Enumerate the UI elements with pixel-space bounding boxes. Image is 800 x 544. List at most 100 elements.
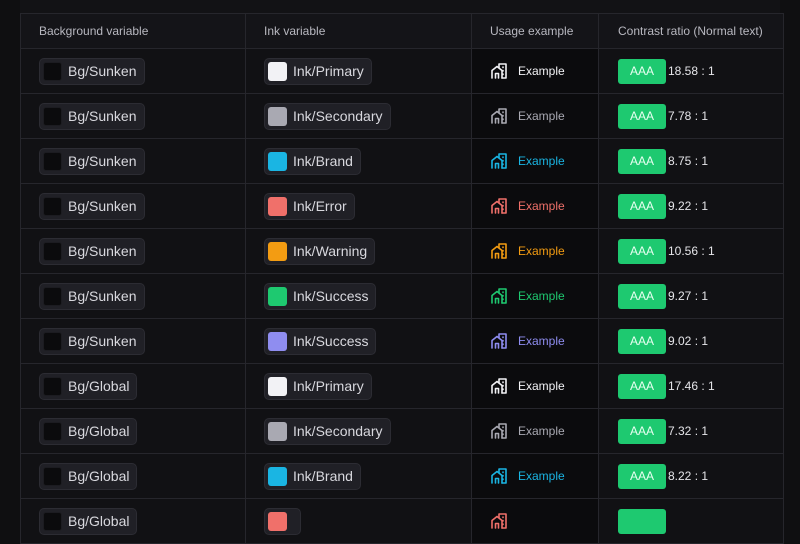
ink-color-swatch xyxy=(268,61,287,81)
usage-example: Example xyxy=(490,422,565,440)
building-icon xyxy=(490,197,508,215)
bg-variable-label: Bg/Global xyxy=(68,513,130,529)
ink-cell: Ink/Secondary xyxy=(246,94,472,138)
building-icon xyxy=(490,152,508,170)
contrast-ratio-value: 8.75 : 1 xyxy=(668,154,709,168)
ink-variable-chip[interactable]: Ink/Secondary xyxy=(264,102,391,130)
usage-cell: Example xyxy=(472,49,599,93)
wcag-level-badge: AAA xyxy=(618,193,666,219)
usage-cell: Example xyxy=(472,319,599,363)
bg-color-swatch xyxy=(43,421,62,441)
bg-cell: Bg/Sunken xyxy=(21,229,246,273)
building-icon xyxy=(490,332,508,350)
bg-color-swatch xyxy=(43,286,62,306)
header-background-variable: Background variable xyxy=(21,14,246,48)
building-icon xyxy=(490,467,508,485)
ink-color-swatch xyxy=(268,151,287,171)
ink-variable-chip[interactable]: Ink/Brand xyxy=(264,462,361,490)
table-row: Bg/Sunken Ink/Primary Example AAA 18.58 : 1 xyxy=(21,49,783,94)
table-row: Bg/Global Ink/Brand Example AAA 8.22 : 1 xyxy=(21,454,783,499)
bg-variable-chip[interactable]: Bg/Global xyxy=(39,417,138,445)
ink-variable-label: Ink/Secondary xyxy=(293,423,383,439)
contrast-table: Background variable Ink variable Usage e… xyxy=(20,13,784,544)
bg-cell: Bg/Global xyxy=(21,454,246,498)
bg-variable-chip[interactable]: Bg/Global xyxy=(39,507,138,535)
ink-variable-label: Ink/Success xyxy=(293,288,369,304)
header-usage-example: Usage example xyxy=(472,14,599,48)
bg-variable-chip[interactable]: Bg/Global xyxy=(39,372,138,400)
bg-cell: Bg/Sunken xyxy=(21,319,246,363)
usage-example: Example xyxy=(490,332,565,350)
table-row: Bg/Sunken Ink/Secondary Example AAA 7.78 : 1 xyxy=(21,94,783,139)
contrast-cell: AAA 9.02 : 1 xyxy=(599,319,783,363)
top-divider xyxy=(20,0,780,14)
bg-variable-chip[interactable]: Bg/Sunken xyxy=(39,327,145,355)
bg-variable-label: Bg/Global xyxy=(68,468,130,484)
contrast-ratio-value: 9.02 : 1 xyxy=(668,334,709,348)
bg-variable-chip[interactable]: Bg/Sunken xyxy=(39,192,145,220)
ink-variable-chip[interactable]: Ink/Error xyxy=(264,192,355,220)
bg-variable-chip[interactable]: Bg/Sunken xyxy=(39,57,145,85)
ink-variable-chip[interactable]: Ink/Secondary xyxy=(264,417,391,445)
usage-example: Example xyxy=(490,152,565,170)
bg-variable-label: Bg/Global xyxy=(68,378,130,394)
contrast-cell: AAA 7.32 : 1 xyxy=(599,409,783,453)
bg-variable-label: Bg/Sunken xyxy=(68,288,137,304)
usage-example-text: Example xyxy=(518,154,565,168)
bg-variable-chip[interactable]: Bg/Global xyxy=(39,462,138,490)
building-icon xyxy=(490,107,508,125)
table-header: Background variable Ink variable Usage e… xyxy=(21,14,783,49)
ink-variable-chip[interactable]: Ink/Success xyxy=(264,327,377,355)
ink-variable-chip[interactable]: Ink/Warning xyxy=(264,237,376,265)
usage-example: Example xyxy=(490,107,565,125)
usage-example: Example xyxy=(490,62,565,80)
ink-variable-chip[interactable]: Ink/Success xyxy=(264,282,377,310)
contrast-cell: AAA 18.58 : 1 xyxy=(599,49,783,93)
usage-example: Example xyxy=(490,467,565,485)
contrast-ratio-value: 9.22 : 1 xyxy=(668,199,709,213)
wcag-level-badge: AAA xyxy=(618,238,666,264)
usage-example-text: Example xyxy=(518,334,565,348)
ink-variable-chip[interactable] xyxy=(264,507,301,535)
contrast-cell: AAA 8.22 : 1 xyxy=(599,454,783,498)
bg-variable-chip[interactable]: Bg/Sunken xyxy=(39,147,145,175)
bg-color-swatch xyxy=(43,511,62,531)
ink-variable-label: Ink/Warning xyxy=(293,243,368,259)
bg-color-swatch xyxy=(43,241,62,261)
ink-variable-chip[interactable]: Ink/Primary xyxy=(264,57,372,85)
usage-example: Example xyxy=(490,242,565,260)
contrast-cell xyxy=(599,499,783,543)
usage-example: Example xyxy=(490,377,565,395)
usage-example-text: Example xyxy=(518,379,565,393)
usage-cell: Example xyxy=(472,139,599,183)
header-ink-variable: Ink variable xyxy=(246,14,472,48)
building-icon xyxy=(490,62,508,80)
bg-variable-label: Bg/Sunken xyxy=(68,153,137,169)
contrast-ratio-value: 17.46 : 1 xyxy=(668,379,715,393)
table-row: Bg/Global xyxy=(21,499,783,544)
usage-cell: Example xyxy=(472,94,599,138)
ink-variable-chip[interactable]: Ink/Primary xyxy=(264,372,372,400)
ink-cell: Ink/Success xyxy=(246,319,472,363)
bg-variable-label: Bg/Sunken xyxy=(68,243,137,259)
usage-example xyxy=(490,512,518,530)
ink-cell: Ink/Primary xyxy=(246,49,472,93)
bg-variable-label: Bg/Sunken xyxy=(68,63,137,79)
ink-variable-chip[interactable]: Ink/Brand xyxy=(264,147,361,175)
usage-example-text: Example xyxy=(518,244,565,258)
ink-color-swatch xyxy=(268,421,287,441)
bg-color-swatch xyxy=(43,196,62,216)
wcag-level-badge: AAA xyxy=(618,103,666,129)
ink-color-swatch xyxy=(268,511,287,531)
wcag-level-badge xyxy=(618,508,666,534)
bg-variable-chip[interactable]: Bg/Sunken xyxy=(39,102,145,130)
bg-variable-chip[interactable]: Bg/Sunken xyxy=(39,282,145,310)
bg-color-swatch xyxy=(43,61,62,81)
contrast-ratio-value: 18.58 : 1 xyxy=(668,64,715,78)
building-icon xyxy=(490,377,508,395)
bg-variable-chip[interactable]: Bg/Sunken xyxy=(39,237,145,265)
contrast-ratio-value: 10.56 : 1 xyxy=(668,244,715,258)
header-contrast-ratio: Contrast ratio (Normal text) xyxy=(618,24,763,38)
usage-cell: Example xyxy=(472,229,599,273)
table-row: Bg/Sunken Ink/Warning Example AAA 10.56 : 1 xyxy=(21,229,783,274)
